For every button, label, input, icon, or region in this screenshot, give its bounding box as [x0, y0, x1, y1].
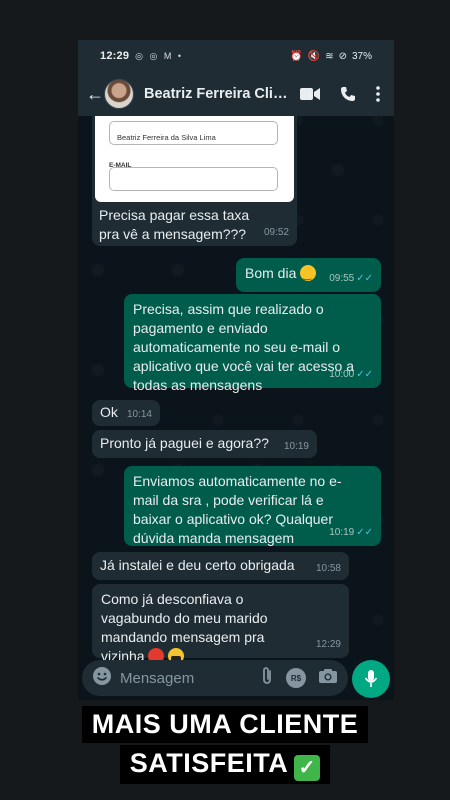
message-composer: R$: [82, 660, 348, 696]
message-time: 12:29: [315, 639, 341, 650]
avatar[interactable]: [104, 79, 134, 109]
caption-overlay: MAIS UMA CLIENTE: [0, 706, 450, 743]
composer-actions: R$: [260, 666, 338, 691]
mic-icon: [364, 670, 378, 687]
message-text: Ok: [100, 404, 118, 420]
caption-line-1: MAIS UMA CLIENTE: [81, 706, 369, 743]
message-bubble-outgoing[interactable]: Bom dia 09:55✓✓: [236, 258, 381, 292]
message-text: Bom dia: [245, 265, 297, 281]
message-text: Precisa pagar essa taxa pra vê a mensage…: [99, 207, 250, 242]
caption-overlay-2: SATISFEITA ✓: [0, 745, 450, 784]
message-bubble-incoming[interactable]: Pronto já paguei e agora?? 10:19: [92, 430, 317, 458]
message-time: 09:52: [263, 227, 289, 238]
message-bubble-incoming[interactable]: Já instalei e deu certo obrigada 10:58: [92, 552, 349, 580]
check-mark-emoji-icon: ✓: [294, 755, 321, 781]
message-list[interactable]: Beatriz Ferreira da Silva Lima E-MAIL Pr…: [78, 116, 394, 664]
mute-icon: 🔇: [307, 50, 321, 62]
message-time: 10:19: [329, 527, 355, 538]
video-call-icon[interactable]: [300, 87, 320, 101]
form-email-field: [109, 167, 278, 191]
message-text: Como já desconfiava o vagabundo do meu m…: [101, 591, 268, 664]
status-time: 12:29: [100, 50, 130, 62]
more-vert-icon[interactable]: [376, 86, 380, 102]
chat-screen: 12:29 ◎ ◎ M • ⏰ 🔇 ≋ ⊘ 37% ← Beatriz Ferr…: [78, 40, 394, 700]
caption-line-2-wrap: SATISFEITA ✓: [119, 745, 331, 784]
caption-line-2: SATISFEITA: [129, 748, 289, 778]
message-text: Já instalei e deu certo obrigada: [100, 557, 295, 573]
back-arrow-icon[interactable]: ←: [86, 84, 104, 105]
message-text: Pronto já paguei e agora??: [100, 435, 269, 451]
form-screenshot-image[interactable]: Beatriz Ferreira da Silva Lima E-MAIL: [95, 116, 294, 202]
camera-icon[interactable]: [318, 668, 338, 689]
message-bubble-incoming[interactable]: Como já desconfiava o vagabundo do meu m…: [92, 584, 349, 664]
message-bubble-outgoing[interactable]: Enviamos automaticamente no e-mail da sr…: [124, 466, 381, 546]
message-time: 09:55: [329, 273, 355, 284]
payment-icon[interactable]: R$: [286, 668, 306, 688]
message-time-wrap: 10:00 ✓✓: [329, 365, 373, 384]
form-name-field: Beatriz Ferreira da Silva Lima: [109, 121, 278, 145]
message-bubble-incoming[interactable]: Beatriz Ferreira da Silva Lima E-MAIL Pr…: [92, 116, 297, 246]
message-time: 10:00: [329, 369, 355, 380]
message-text-wrap: Como já desconfiava o vagabundo do meu m…: [101, 590, 301, 666]
message-time: 10:58: [315, 563, 341, 574]
notification-icons: ◎ ◎ M •: [135, 50, 183, 61]
dnd-icon: ⊘: [338, 50, 347, 62]
chat-header: ← Beatriz Ferreira Clie…: [78, 72, 394, 116]
message-time-wrap: 10:19 ✓✓: [329, 523, 373, 542]
alarm-icon: ⏰: [290, 50, 303, 62]
message-time-wrap: 09:55 ✓✓: [329, 269, 373, 288]
contact-name[interactable]: Beatriz Ferreira Clie…: [144, 86, 292, 102]
battery-level: 37%: [351, 50, 372, 62]
message-bubble-outgoing[interactable]: Precisa, assim que realizado o pagamento…: [124, 294, 381, 393]
wifi-icon: ≋: [325, 50, 334, 62]
message-time: 10:14: [126, 409, 152, 420]
read-ticks-icon: ✓✓: [356, 273, 373, 284]
smile-emoji-icon: [300, 265, 317, 285]
status-bar: 12:29 ◎ ◎ M • ⏰ 🔇 ≋ ⊘ 37%: [78, 40, 394, 72]
attach-icon[interactable]: [260, 666, 274, 691]
phone-icon[interactable]: [340, 86, 356, 102]
message-bubble-incoming[interactable]: Ok 10:14: [92, 400, 160, 426]
system-status-icons: ⏰ 🔇 ≋ ⊘ 37%: [290, 51, 372, 62]
emoji-icon[interactable]: [92, 666, 112, 691]
message-time: 10:19: [283, 441, 309, 452]
read-ticks-icon: ✓✓: [356, 369, 373, 380]
message-input[interactable]: [120, 669, 240, 687]
header-actions: [300, 86, 386, 102]
read-ticks-icon: ✓✓: [356, 527, 373, 538]
mic-button[interactable]: [352, 660, 390, 698]
